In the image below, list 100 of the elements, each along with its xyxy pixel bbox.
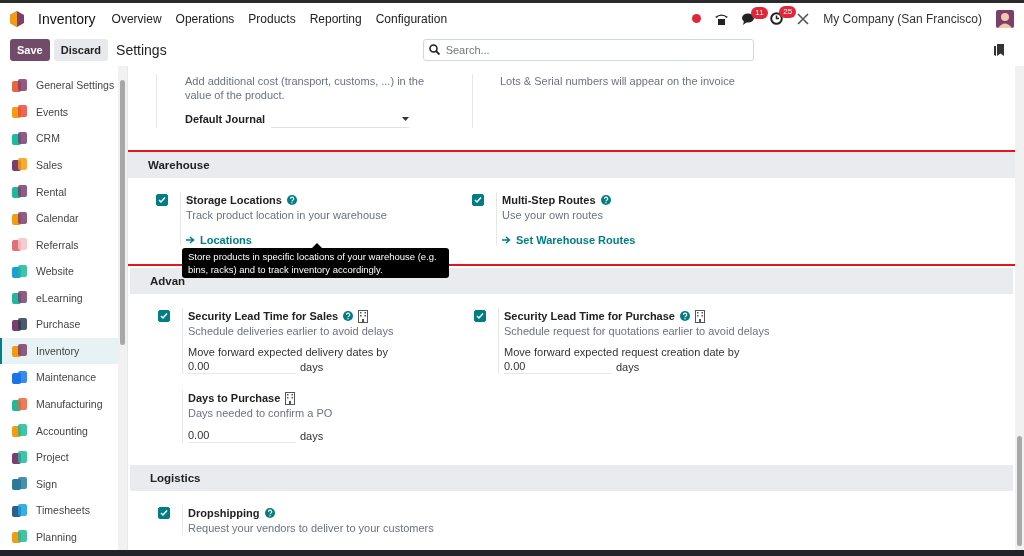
help-icon[interactable] (286, 195, 297, 205)
setting-title: Multi-Step Routes (502, 194, 596, 206)
page-title: Settings (116, 42, 167, 58)
sidebar-item[interactable]: Sign (0, 470, 118, 497)
setting-title: Security Lead Time for Sales (188, 310, 339, 322)
sidebar-item[interactable]: Manufacturing (0, 390, 118, 418)
app-icon (12, 396, 27, 412)
checkbox[interactable] (474, 310, 486, 322)
tools-icon[interactable] (797, 12, 810, 25)
chat-icon[interactable] (742, 12, 757, 25)
arrow-icon (502, 236, 511, 244)
setting-description: Schedule request for quotations earlier to avoid delays (504, 324, 771, 338)
app-icon (12, 369, 27, 385)
setting-description: Use your own routes (502, 208, 604, 222)
sidebar-item[interactable]: Accounting (0, 417, 118, 444)
setting-description: Schedule deliveries earlier to avoid delays (188, 324, 395, 338)
app-icon (12, 316, 27, 332)
field-label: Move forward expected request creation date by (504, 346, 741, 358)
sidebar-item[interactable]: Rental (0, 178, 118, 205)
app-icon (12, 184, 27, 200)
menu-item[interactable]: Overview (111, 11, 162, 26)
setting-title: Storage Locations (186, 194, 282, 206)
sidebar-item[interactable]: Referrals (0, 231, 118, 258)
app-icon (12, 104, 27, 120)
setting-description: Add additional cost (transport, customs, ...) in the value of the product. (185, 74, 426, 102)
setting-description: Lots & Serial numbers will appear on the invoice (500, 74, 736, 88)
menu-item[interactable]: Reporting (309, 11, 362, 26)
app-icon (12, 476, 27, 492)
menu-item[interactable]: Operations (175, 11, 235, 26)
sidebar-item[interactable]: Sales (0, 151, 118, 179)
checkbox[interactable] (158, 507, 170, 519)
search-field[interactable]: Search... (422, 39, 754, 61)
building-icon (285, 391, 296, 405)
scrollbar[interactable] (1015, 66, 1024, 550)
scrollbar[interactable] (118, 66, 127, 550)
caret-icon (402, 116, 410, 121)
number-field[interactable]: 0.00 (504, 359, 612, 374)
sidebar-item[interactable]: Timesheets (0, 497, 118, 524)
arrow-icon (186, 236, 195, 244)
setting-title: Days to Purchase (188, 392, 281, 404)
setting-description: Request your vendors to deliver to your customers (188, 521, 435, 535)
status-dot-icon (692, 14, 702, 23)
sidebar-item[interactable]: Maintenance (0, 364, 118, 391)
notification-badge: 11 (751, 6, 768, 19)
setting-description: Track product location in your warehouse (186, 208, 388, 222)
app-icon (12, 502, 27, 518)
help-icon[interactable] (600, 195, 611, 205)
sidebar-item[interactable]: Planning (0, 523, 118, 550)
clock-icon[interactable] (770, 12, 784, 25)
menu-item[interactable]: Products (248, 11, 296, 26)
sidebar-item[interactable]: Purchase (0, 311, 118, 338)
company-switcher[interactable]: My Company (San Francisco) (823, 11, 982, 26)
search-icon (428, 44, 440, 55)
app-icon (12, 263, 27, 279)
sidebar-item[interactable]: Website (0, 257, 118, 285)
bookmark-icon[interactable] (994, 44, 1004, 56)
sidebar-item[interactable]: CRM (0, 125, 118, 152)
avatar[interactable] (996, 9, 1014, 28)
app-icon (12, 423, 27, 439)
menu-item[interactable]: Configuration (375, 11, 448, 26)
help-icon[interactable] (680, 311, 690, 321)
checkbox[interactable] (158, 310, 170, 322)
building-icon (358, 309, 369, 323)
building-icon (695, 309, 705, 323)
app-icon (12, 130, 27, 146)
setting-title: Security Lead Time for Purchase (504, 310, 675, 322)
section-header: Warehouse (128, 152, 1015, 178)
help-icon[interactable] (264, 508, 275, 518)
setting-link[interactable]: Locations (186, 234, 252, 246)
sidebar-item[interactable]: Calendar (0, 204, 118, 232)
app-icon (12, 290, 27, 306)
app-name[interactable]: Inventory (38, 10, 96, 27)
sidebar-item[interactable]: Project (0, 443, 118, 471)
help-icon[interactable] (343, 311, 354, 321)
field-label: Default Journal (185, 113, 266, 125)
discard-button[interactable]: Discard (53, 39, 109, 61)
section-header: Logistics (130, 465, 1013, 491)
checkbox[interactable] (156, 194, 168, 206)
app-icon (12, 77, 27, 93)
app-icon (12, 449, 27, 465)
app-icon (12, 529, 27, 545)
setting-link[interactable]: Set Warehouse Routes (502, 234, 636, 246)
setting-title: Dropshipping (188, 507, 260, 519)
app-icon (12, 210, 27, 226)
app-icon (12, 237, 27, 253)
phone-icon[interactable] (715, 12, 729, 25)
save-button[interactable]: Save (10, 39, 50, 61)
unit-label: days (300, 360, 324, 373)
sidebar-item[interactable]: Inventory (0, 337, 118, 365)
app-icon (12, 343, 27, 359)
sidebar-item[interactable]: eLearning (0, 284, 118, 312)
app-logo-icon (10, 10, 24, 27)
setting-description: Days needed to confirm a PO (188, 406, 334, 420)
checkbox[interactable] (472, 194, 484, 206)
sidebar-item[interactable]: General Settings (0, 72, 118, 99)
app-icon (12, 157, 27, 173)
sidebar-item[interactable]: Events (0, 98, 118, 126)
notification-badge: 25 (779, 6, 797, 18)
number-field[interactable]: 0.00 (188, 428, 296, 443)
number-field[interactable]: 0.00 (188, 359, 296, 374)
